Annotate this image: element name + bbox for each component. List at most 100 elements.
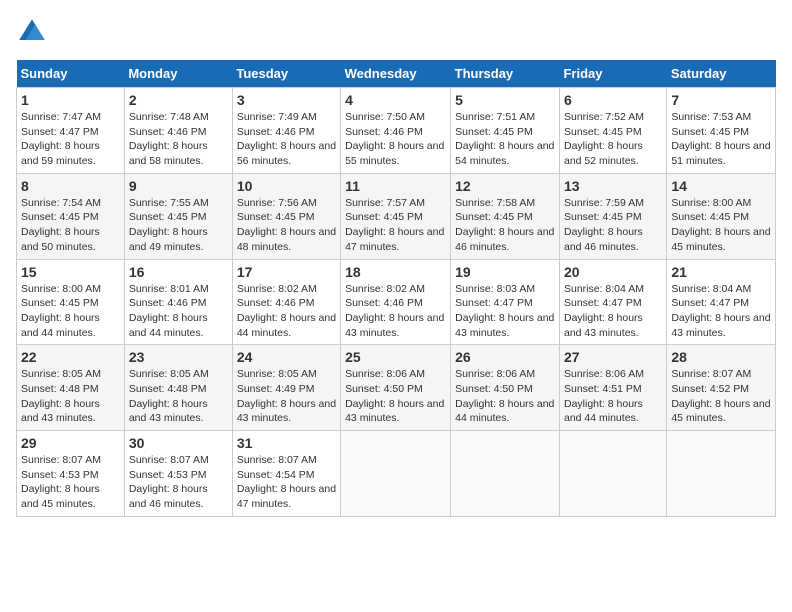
day-number: 26 <box>455 349 555 365</box>
day-number: 29 <box>21 435 120 451</box>
day-detail: Sunrise: 8:00 AMSunset: 4:45 PMDaylight:… <box>671 197 770 253</box>
day-detail: Sunrise: 7:53 AMSunset: 4:45 PMDaylight:… <box>671 111 770 167</box>
calendar-cell: 3 Sunrise: 7:49 AMSunset: 4:46 PMDayligh… <box>232 88 340 174</box>
calendar-cell: 21 Sunrise: 8:04 AMSunset: 4:47 PMDaylig… <box>667 259 776 345</box>
calendar-cell: 18 Sunrise: 8:02 AMSunset: 4:46 PMDaylig… <box>341 259 451 345</box>
weekday-header: Tuesday <box>232 60 340 88</box>
day-detail: Sunrise: 7:54 AMSunset: 4:45 PMDaylight:… <box>21 197 101 253</box>
calendar-cell: 8 Sunrise: 7:54 AMSunset: 4:45 PMDayligh… <box>17 173 125 259</box>
day-number: 1 <box>21 92 120 108</box>
day-detail: Sunrise: 7:59 AMSunset: 4:45 PMDaylight:… <box>564 197 644 253</box>
calendar-week-row: 8 Sunrise: 7:54 AMSunset: 4:45 PMDayligh… <box>17 173 776 259</box>
day-number: 6 <box>564 92 662 108</box>
day-detail: Sunrise: 8:04 AMSunset: 4:47 PMDaylight:… <box>671 283 770 339</box>
calendar-cell: 20 Sunrise: 8:04 AMSunset: 4:47 PMDaylig… <box>559 259 666 345</box>
calendar-table: SundayMondayTuesdayWednesdayThursdayFrid… <box>16 60 776 517</box>
weekday-header: Saturday <box>667 60 776 88</box>
day-number: 28 <box>671 349 771 365</box>
day-detail: Sunrise: 8:06 AMSunset: 4:51 PMDaylight:… <box>564 368 644 424</box>
calendar-cell: 24 Sunrise: 8:05 AMSunset: 4:49 PMDaylig… <box>232 345 340 431</box>
calendar-cell: 30 Sunrise: 8:07 AMSunset: 4:53 PMDaylig… <box>124 431 232 517</box>
weekday-header: Thursday <box>451 60 560 88</box>
day-detail: Sunrise: 8:07 AMSunset: 4:54 PMDaylight:… <box>237 454 336 510</box>
day-detail: Sunrise: 8:06 AMSunset: 4:50 PMDaylight:… <box>455 368 554 424</box>
weekday-header: Monday <box>124 60 232 88</box>
day-number: 21 <box>671 264 771 280</box>
day-number: 17 <box>237 264 336 280</box>
calendar-week-row: 1 Sunrise: 7:47 AMSunset: 4:47 PMDayligh… <box>17 88 776 174</box>
day-detail: Sunrise: 7:48 AMSunset: 4:46 PMDaylight:… <box>129 111 209 167</box>
day-number: 25 <box>345 349 446 365</box>
calendar-cell: 6 Sunrise: 7:52 AMSunset: 4:45 PMDayligh… <box>559 88 666 174</box>
calendar-cell: 28 Sunrise: 8:07 AMSunset: 4:52 PMDaylig… <box>667 345 776 431</box>
calendar-cell: 4 Sunrise: 7:50 AMSunset: 4:46 PMDayligh… <box>341 88 451 174</box>
day-number: 30 <box>129 435 228 451</box>
calendar-cell <box>667 431 776 517</box>
weekday-header: Friday <box>559 60 666 88</box>
calendar-cell: 26 Sunrise: 8:06 AMSunset: 4:50 PMDaylig… <box>451 345 560 431</box>
day-number: 22 <box>21 349 120 365</box>
calendar-cell: 15 Sunrise: 8:00 AMSunset: 4:45 PMDaylig… <box>17 259 125 345</box>
day-detail: Sunrise: 8:05 AMSunset: 4:49 PMDaylight:… <box>237 368 336 424</box>
day-detail: Sunrise: 7:47 AMSunset: 4:47 PMDaylight:… <box>21 111 101 167</box>
day-number: 7 <box>671 92 771 108</box>
day-number: 20 <box>564 264 662 280</box>
day-number: 13 <box>564 178 662 194</box>
calendar-cell: 5 Sunrise: 7:51 AMSunset: 4:45 PMDayligh… <box>451 88 560 174</box>
day-number: 8 <box>21 178 120 194</box>
day-number: 9 <box>129 178 228 194</box>
calendar-cell: 27 Sunrise: 8:06 AMSunset: 4:51 PMDaylig… <box>559 345 666 431</box>
day-detail: Sunrise: 7:49 AMSunset: 4:46 PMDaylight:… <box>237 111 336 167</box>
calendar-week-row: 15 Sunrise: 8:00 AMSunset: 4:45 PMDaylig… <box>17 259 776 345</box>
day-detail: Sunrise: 8:01 AMSunset: 4:46 PMDaylight:… <box>129 283 209 339</box>
calendar-cell: 13 Sunrise: 7:59 AMSunset: 4:45 PMDaylig… <box>559 173 666 259</box>
calendar-week-row: 22 Sunrise: 8:05 AMSunset: 4:48 PMDaylig… <box>17 345 776 431</box>
calendar-cell <box>341 431 451 517</box>
day-number: 31 <box>237 435 336 451</box>
day-detail: Sunrise: 7:52 AMSunset: 4:45 PMDaylight:… <box>564 111 644 167</box>
day-detail: Sunrise: 8:05 AMSunset: 4:48 PMDaylight:… <box>129 368 209 424</box>
day-detail: Sunrise: 7:51 AMSunset: 4:45 PMDaylight:… <box>455 111 554 167</box>
day-number: 4 <box>345 92 446 108</box>
day-detail: Sunrise: 8:07 AMSunset: 4:53 PMDaylight:… <box>129 454 209 510</box>
day-number: 11 <box>345 178 446 194</box>
calendar-cell <box>559 431 666 517</box>
day-number: 5 <box>455 92 555 108</box>
calendar-cell: 12 Sunrise: 7:58 AMSunset: 4:45 PMDaylig… <box>451 173 560 259</box>
logo-icon <box>16 16 48 48</box>
calendar-cell: 31 Sunrise: 8:07 AMSunset: 4:54 PMDaylig… <box>232 431 340 517</box>
day-number: 2 <box>129 92 228 108</box>
weekday-header: Sunday <box>17 60 125 88</box>
calendar-cell: 10 Sunrise: 7:56 AMSunset: 4:45 PMDaylig… <box>232 173 340 259</box>
day-detail: Sunrise: 7:56 AMSunset: 4:45 PMDaylight:… <box>237 197 336 253</box>
day-detail: Sunrise: 7:50 AMSunset: 4:46 PMDaylight:… <box>345 111 444 167</box>
calendar-cell: 14 Sunrise: 8:00 AMSunset: 4:45 PMDaylig… <box>667 173 776 259</box>
day-number: 24 <box>237 349 336 365</box>
calendar-cell: 1 Sunrise: 7:47 AMSunset: 4:47 PMDayligh… <box>17 88 125 174</box>
day-number: 12 <box>455 178 555 194</box>
day-detail: Sunrise: 8:07 AMSunset: 4:53 PMDaylight:… <box>21 454 101 510</box>
day-detail: Sunrise: 8:06 AMSunset: 4:50 PMDaylight:… <box>345 368 444 424</box>
day-detail: Sunrise: 8:03 AMSunset: 4:47 PMDaylight:… <box>455 283 554 339</box>
calendar-cell: 22 Sunrise: 8:05 AMSunset: 4:48 PMDaylig… <box>17 345 125 431</box>
logo <box>16 16 52 48</box>
weekday-header: Wednesday <box>341 60 451 88</box>
calendar-cell: 19 Sunrise: 8:03 AMSunset: 4:47 PMDaylig… <box>451 259 560 345</box>
calendar-cell: 25 Sunrise: 8:06 AMSunset: 4:50 PMDaylig… <box>341 345 451 431</box>
calendar-cell <box>451 431 560 517</box>
day-detail: Sunrise: 8:04 AMSunset: 4:47 PMDaylight:… <box>564 283 644 339</box>
day-detail: Sunrise: 8:07 AMSunset: 4:52 PMDaylight:… <box>671 368 770 424</box>
day-number: 3 <box>237 92 336 108</box>
day-detail: Sunrise: 8:02 AMSunset: 4:46 PMDaylight:… <box>345 283 444 339</box>
day-number: 23 <box>129 349 228 365</box>
day-number: 10 <box>237 178 336 194</box>
calendar-cell: 29 Sunrise: 8:07 AMSunset: 4:53 PMDaylig… <box>17 431 125 517</box>
day-detail: Sunrise: 8:00 AMSunset: 4:45 PMDaylight:… <box>21 283 101 339</box>
weekday-header-row: SundayMondayTuesdayWednesdayThursdayFrid… <box>17 60 776 88</box>
calendar-cell: 9 Sunrise: 7:55 AMSunset: 4:45 PMDayligh… <box>124 173 232 259</box>
calendar-week-row: 29 Sunrise: 8:07 AMSunset: 4:53 PMDaylig… <box>17 431 776 517</box>
calendar-cell: 11 Sunrise: 7:57 AMSunset: 4:45 PMDaylig… <box>341 173 451 259</box>
day-number: 14 <box>671 178 771 194</box>
calendar-cell: 17 Sunrise: 8:02 AMSunset: 4:46 PMDaylig… <box>232 259 340 345</box>
calendar-cell: 7 Sunrise: 7:53 AMSunset: 4:45 PMDayligh… <box>667 88 776 174</box>
